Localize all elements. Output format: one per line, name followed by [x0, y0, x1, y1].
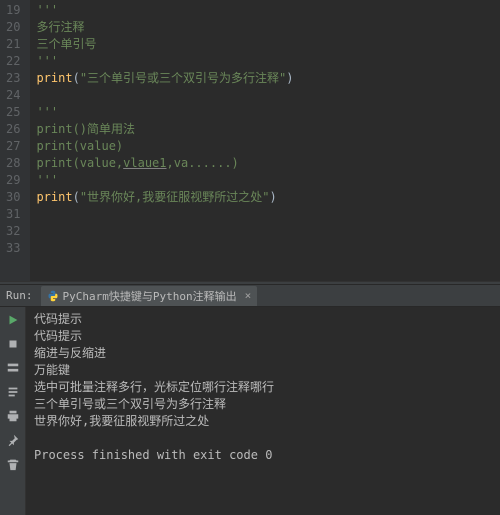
console-line: 三个单引号或三个双引号为多行注释	[34, 396, 492, 413]
line-number: 27	[6, 138, 20, 155]
line-number: 25	[6, 104, 20, 121]
code-line[interactable]: '''	[36, 104, 500, 121]
scroll-button[interactable]	[4, 383, 22, 401]
console-line: 缩进与反缩进	[34, 345, 492, 362]
console-line: 万能键	[34, 362, 492, 379]
line-number: 28	[6, 155, 20, 172]
code-area[interactable]: '''多行注释三个单引号'''print("三个单引号或三个双引号为多行注释")…	[30, 0, 500, 281]
close-icon[interactable]: ×	[245, 289, 252, 302]
pin-button[interactable]	[4, 431, 22, 449]
console-line: 代码提示	[34, 328, 492, 345]
stop-button[interactable]	[4, 335, 22, 353]
code-line[interactable]: print(value,vlaue1,va......)	[36, 155, 500, 172]
console-line: Process finished with exit code 0	[34, 447, 492, 464]
line-number: 32	[6, 223, 20, 240]
code-line[interactable]: print("三个单引号或三个双引号为多行注释")	[36, 70, 500, 87]
line-number: 33	[6, 240, 20, 257]
console-line: 世界你好,我要征服视野所过之处	[34, 413, 492, 430]
code-line[interactable]: '''	[36, 172, 500, 189]
line-number: 26	[6, 121, 20, 138]
line-number: 21	[6, 36, 20, 53]
console-output[interactable]: 代码提示代码提示缩进与反缩进万能键选中可批量注释多行，光标定位哪行注释哪行三个单…	[26, 307, 500, 515]
line-number: 29	[6, 172, 20, 189]
console-line: 选中可批量注释多行，光标定位哪行注释哪行	[34, 379, 492, 396]
trash-button[interactable]	[4, 455, 22, 473]
run-tab[interactable]: PyCharm快捷键与Python注释输出 ×	[41, 286, 258, 306]
code-line[interactable]	[36, 206, 500, 223]
code-line[interactable]: print("世界你好,我要征服视野所过之处")	[36, 189, 500, 206]
code-line[interactable]: print()简单用法	[36, 121, 500, 138]
code-line[interactable]: '''	[36, 2, 500, 19]
code-line[interactable]: 多行注释	[36, 19, 500, 36]
line-number: 24	[6, 87, 20, 104]
run-body: 代码提示代码提示缩进与反缩进万能键选中可批量注释多行，光标定位哪行注释哪行三个单…	[0, 307, 500, 515]
line-number: 19	[6, 2, 20, 19]
line-gutter: 192021222324252627282930313233	[0, 0, 30, 281]
line-number: 23	[6, 70, 20, 87]
code-line[interactable]: 三个单引号	[36, 36, 500, 53]
line-number: 31	[6, 206, 20, 223]
python-icon	[47, 290, 59, 302]
run-toolbar	[0, 307, 26, 515]
run-header: Run: PyCharm快捷键与Python注释输出 ×	[0, 285, 500, 307]
run-label: Run:	[6, 289, 33, 302]
console-line: 代码提示	[34, 311, 492, 328]
code-line[interactable]	[36, 87, 500, 104]
code-line[interactable]: print(value)	[36, 138, 500, 155]
code-line[interactable]	[36, 240, 500, 257]
line-number: 22	[6, 53, 20, 70]
code-editor[interactable]: 192021222324252627282930313233 '''多行注释三个…	[0, 0, 500, 281]
code-line[interactable]	[36, 223, 500, 240]
layout-button[interactable]	[4, 359, 22, 377]
line-number: 30	[6, 189, 20, 206]
line-number: 20	[6, 19, 20, 36]
code-line[interactable]: '''	[36, 53, 500, 70]
console-line	[34, 430, 492, 447]
rerun-button[interactable]	[4, 311, 22, 329]
run-tab-label: PyCharm快捷键与Python注释输出	[63, 288, 237, 304]
print-button[interactable]	[4, 407, 22, 425]
run-panel: Run: PyCharm快捷键与Python注释输出 × 代码提示代码提示缩进与…	[0, 285, 500, 515]
